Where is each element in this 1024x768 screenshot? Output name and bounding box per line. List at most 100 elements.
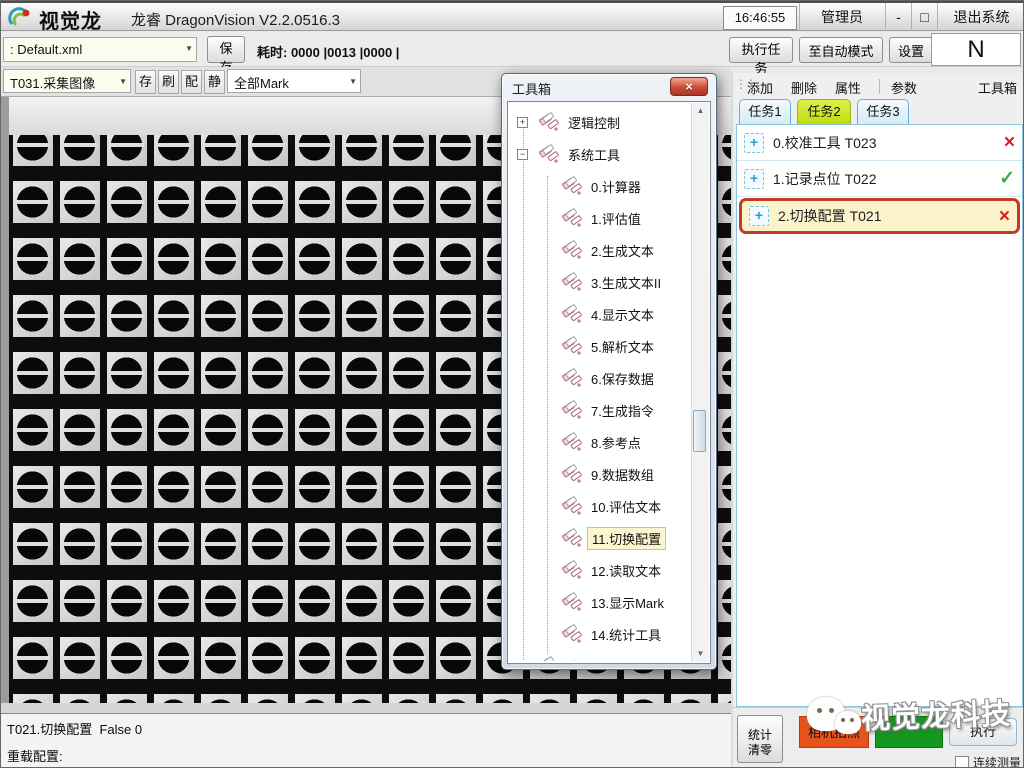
- led-cell: [385, 166, 432, 223]
- led-cell: [385, 223, 432, 280]
- led-cell: [338, 135, 385, 166]
- tree-item-label: 10.评估文本: [591, 497, 661, 516]
- tree-item-11-[interactable]: 11.切换配置: [510, 522, 691, 554]
- menu-toolbox[interactable]: 工具箱: [978, 78, 1017, 97]
- tree-item-label: 9.数据数组: [591, 465, 654, 484]
- settings-button[interactable]: 设置: [889, 37, 933, 63]
- tree-item-8-[interactable]: 8.参考点: [510, 426, 691, 458]
- tree-item-label: 14.统计工具: [591, 625, 661, 644]
- tool-icon: [560, 430, 584, 454]
- green-action-button[interactable]: [875, 716, 943, 748]
- menu-properties[interactable]: 属性: [835, 78, 861, 97]
- expand-plus-icon[interactable]: +: [517, 661, 528, 662]
- tree-item-3-II[interactable]: 3.生成文本II: [510, 266, 691, 298]
- tree-item-1-[interactable]: 1.评估值: [510, 202, 691, 234]
- minimize-button[interactable]: -: [885, 3, 911, 31]
- led-cell: [385, 508, 432, 565]
- led-cell: [244, 223, 291, 280]
- task-row-switch-config-selected[interactable]: + 2.切换配置 T021 ×: [739, 198, 1020, 234]
- led-cell: [432, 280, 479, 337]
- refresh-button[interactable]: 刷: [158, 70, 179, 94]
- close-icon[interactable]: ×: [670, 77, 708, 96]
- config-file-select[interactable]: : Default.xml ▼: [3, 37, 197, 62]
- store-button[interactable]: 存: [135, 70, 156, 94]
- led-cell: [56, 280, 103, 337]
- dragonvision-logo-icon: [8, 6, 33, 31]
- tab-task1[interactable]: 任务1: [739, 99, 791, 124]
- continuous-measure-option[interactable]: 连续测量: [955, 754, 1021, 768]
- led-cell: [56, 337, 103, 394]
- tree-item-7-[interactable]: 7.生成指令: [510, 394, 691, 426]
- auto-mode-button[interactable]: 至自动模式: [799, 37, 883, 63]
- menu-delete[interactable]: 删除: [791, 78, 817, 97]
- dragonvision-window: 视觉龙 龙睿 DragonVision V2.2.0516.3 16:46:55…: [0, 0, 1024, 768]
- tree-item-5-[interactable]: 5.解析文本: [510, 330, 691, 362]
- tool-icon: [560, 526, 584, 550]
- led-cell: [56, 622, 103, 679]
- led-cell: [150, 622, 197, 679]
- led-cell: [291, 135, 338, 166]
- result-status-bar: T021.切换配置 False 0 重载配置:: [1, 713, 731, 768]
- tree-group-logic-control[interactable]: + 逻辑控制: [510, 106, 691, 138]
- tree-item-10-[interactable]: 10.评估文本: [510, 490, 691, 522]
- led-cell: [338, 679, 385, 703]
- toolbox-dialog-title: 工具箱: [512, 79, 551, 98]
- scrollbar-vertical[interactable]: ▲ ▼: [691, 103, 709, 662]
- tree-group-system-tools[interactable]: − 系统工具: [510, 138, 691, 170]
- menu-parameters[interactable]: 参数: [891, 78, 917, 97]
- reload-config-line: 重载配置:: [7, 746, 63, 765]
- run-task-button[interactable]: 执行任务: [729, 37, 793, 63]
- image-source-select[interactable]: T031.采集图像 ▼: [3, 69, 131, 93]
- scroll-down-icon[interactable]: ▼: [692, 646, 709, 662]
- match-button[interactable]: 配: [181, 70, 202, 94]
- exit-system-button[interactable]: 退出系统: [937, 3, 1024, 31]
- scroll-up-icon[interactable]: ▲: [692, 103, 709, 119]
- tab-task3[interactable]: 任务3: [857, 99, 909, 124]
- tree-item-14-[interactable]: 14.统计工具: [510, 618, 691, 650]
- tree-item-0-[interactable]: 0.计算器: [510, 170, 691, 202]
- led-cell: [150, 508, 197, 565]
- led-cell: [244, 622, 291, 679]
- checkbox-unchecked[interactable]: [955, 756, 969, 768]
- tree-item-6-[interactable]: 6.保存数据: [510, 362, 691, 394]
- led-cell: [56, 679, 103, 703]
- tree-item-2-[interactable]: 2.生成文本: [510, 234, 691, 266]
- save-button[interactable]: 保存: [207, 36, 245, 63]
- chevron-down-icon: ▼: [349, 77, 357, 86]
- tree-item-13-Mark[interactable]: 13.显示Mark: [510, 586, 691, 618]
- expand-plus-icon[interactable]: +: [517, 117, 528, 128]
- tree-item-12-[interactable]: 12.读取文本: [510, 554, 691, 586]
- led-cell: [103, 451, 150, 508]
- maximize-button[interactable]: □: [911, 3, 937, 31]
- led-cell: [291, 280, 338, 337]
- continuous-measure-label: 连续测量: [973, 754, 1021, 768]
- task-row-record-point[interactable]: + 1.记录点位 T022 ✓: [737, 161, 1022, 197]
- tree-item-label: 0.计算器: [591, 177, 641, 196]
- mark-filter-select[interactable]: 全部Mark ▼: [227, 69, 361, 93]
- collapse-minus-icon[interactable]: −: [517, 149, 528, 160]
- led-cell: [9, 166, 56, 223]
- app-title: 龙睿 DragonVision V2.2.0516.3: [131, 9, 340, 30]
- stats-reset-button[interactable]: 统计 清零: [737, 715, 783, 763]
- toolbox-dialog: 工具箱 × + 逻辑控制 − 系统工具 0.计算器 1.评估值2.生成文本3.生成…: [501, 73, 717, 670]
- user-role-button[interactable]: 管理员: [799, 3, 884, 31]
- tab-task2[interactable]: 任务2: [797, 99, 851, 124]
- camera-button[interactable]: 相机拍照: [799, 716, 869, 748]
- led-cell: [103, 337, 150, 394]
- tree-group-file-comm[interactable]: + 文件通讯: [510, 650, 691, 661]
- led-cell: [432, 337, 479, 394]
- scrollbar-thumb[interactable]: [693, 410, 706, 452]
- led-cell: [291, 166, 338, 223]
- fail-status-icon: ×: [999, 207, 1010, 226]
- tree-item-4-[interactable]: 4.显示文本: [510, 298, 691, 330]
- task-row-calibration[interactable]: + 0.校准工具 T023 ×: [737, 125, 1022, 161]
- tree-item-9-[interactable]: 9.数据数组: [510, 458, 691, 490]
- execute-button[interactable]: 执行: [949, 718, 1017, 746]
- elapsed-time-label: 耗时: 0000 |0013 |0000 |: [257, 42, 399, 61]
- static-button[interactable]: 静: [204, 70, 225, 94]
- task-label: 2.切换配置 T021: [778, 206, 881, 226]
- led-cell: [291, 394, 338, 451]
- menu-add[interactable]: 添加: [747, 78, 773, 97]
- led-cell: [526, 679, 573, 703]
- led-cell: [432, 565, 479, 622]
